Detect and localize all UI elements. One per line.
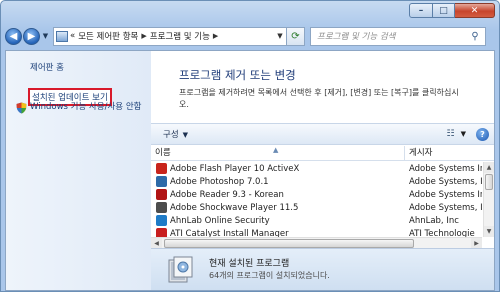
program-name-cell: ATI Catalyst Install Manager [151,228,405,237]
program-name: ATI Catalyst Install Manager [170,228,289,238]
programs-and-features-window: – □ ✕ ◀ ▶ ▼ « 모든 제어판 항목 ▶ 프로그램 및 기능 ▶ ▼ … [0,0,500,292]
scroll-up-icon[interactable]: ▲ [484,162,494,173]
photoshop-icon [156,176,167,187]
shield-icon [16,102,27,114]
view-options-icon[interactable]: ☷ [447,129,455,139]
program-publisher: ATI Technologie [409,228,475,238]
vertical-scroll-thumb[interactable] [485,174,493,190]
page-description: 프로그램을 제거하려면 목록에서 선택한 후 [제거], [변경] 또는 [복구… [179,88,459,109]
organize-button[interactable]: 구성 ▼ [163,128,188,140]
view-dropdown-icon[interactable]: ▼ [461,130,466,138]
address-bar[interactable]: « 모든 제어판 항목 ▶ 프로그램 및 기능 ▶ ▼ [53,26,287,46]
installed-programs-icon [168,256,193,283]
details-pane: 현재 설치된 프로그램 64개의 프로그램이 설치되었습니다. [151,248,494,290]
back-button[interactable]: ◀ [5,27,22,45]
scroll-left-icon[interactable]: ◀ [151,238,162,248]
content-area: 제어판 홈 설치된 업데이트 보기 Windows 기능 사용/사용 안함 프로… [5,50,495,291]
reader-icon [156,189,167,200]
program-name: Adobe Photoshop 7.0.1 [170,176,269,187]
command-bar: 구성 ▼ ☷ ▼ ? [151,123,494,145]
program-publisher: Adobe Systems, Ir [409,176,482,187]
organize-label: 구성 [163,130,179,140]
program-name: Adobe Flash Player 10 ActiveX [170,163,300,174]
chevron-down-icon: ▼ [182,131,189,139]
table-row[interactable]: Adobe Reader 9.3 - Korean Adobe Systems I… [151,188,482,201]
flash-icon [156,163,167,174]
program-name-cell: Adobe Photoshop 7.0.1 [151,176,405,187]
horizontal-scrollbar[interactable]: ◀ ▶ [151,237,482,248]
sort-ascending-icon: ▲ [273,146,279,154]
windows-features-label: Windows 기능 사용/사용 안함 [30,102,142,112]
task-sidebar: 제어판 홈 설치된 업데이트 보기 Windows 기능 사용/사용 안함 [6,51,151,290]
table-row[interactable]: AhnLab Online Security AhnLab, Inc [151,214,482,227]
main-pane: 프로그램 제거 또는 변경 프로그램을 제거하려면 목록에서 선택한 후 [제거… [151,51,494,290]
list-header: ▲ 이름 게시자 [151,146,494,161]
forward-button[interactable]: ▶ [23,27,40,45]
program-name: Adobe Shockwave Player 11.5 [170,202,299,213]
windows-features-link[interactable]: Windows 기능 사용/사용 안함 [16,102,146,114]
column-name-label: 이름 [155,148,171,158]
program-name: AhnLab Online Security [170,215,270,226]
program-count: 64개의 프로그램이 설치되었습니다. [209,271,330,280]
vertical-scrollbar[interactable]: ▲ ▼ [483,162,494,237]
program-publisher: AhnLab, Inc [409,215,459,226]
breadcrumb-all-control-panel-items[interactable]: 모든 제어판 항목 [78,30,138,42]
horizontal-scroll-thumb[interactable] [164,239,414,248]
minimize-button[interactable]: – [409,3,433,18]
page-title: 프로그램 제거 또는 변경 [179,68,296,82]
program-name-cell: Adobe Flash Player 10 ActiveX [151,163,405,174]
table-row[interactable]: Adobe Shockwave Player 11.5 Adobe Systems… [151,201,482,214]
program-list: Adobe Flash Player 10 ActiveX Adobe Syste… [151,162,482,237]
control-panel-home-link[interactable]: 제어판 홈 [30,61,64,73]
table-row[interactable]: Adobe Flash Player 10 ActiveX Adobe Syste… [151,162,482,175]
address-dropdown-icon[interactable]: ▼ [274,32,286,40]
table-row[interactable]: ATI Catalyst Install Manager ATI Technolo… [151,227,482,237]
breadcrumb-overflow[interactable]: « [70,31,75,41]
caption-buttons: – □ ✕ [409,3,495,18]
breadcrumb-separator-icon[interactable]: ▶ [213,32,218,40]
column-header-name[interactable]: ▲ 이름 [151,146,405,160]
program-publisher: Adobe Systems In [409,163,482,174]
breadcrumb-programs-and-features[interactable]: 프로그램 및 기능 [150,30,210,42]
program-name-cell: AhnLab Online Security [151,215,405,226]
address-row: ◀ ▶ ▼ « 모든 제어판 항목 ▶ 프로그램 및 기능 ▶ ▼ ⟳ 프로그램… [5,25,495,47]
search-icon[interactable]: ⚲ [465,31,485,42]
scroll-right-icon[interactable]: ▶ [471,238,482,248]
search-box[interactable]: 프로그램 및 기능 검색 ⚲ [310,26,486,46]
ati-icon [156,228,167,237]
refresh-button[interactable]: ⟳ [287,26,305,46]
details-title: 현재 설치된 프로그램 [209,259,290,269]
program-publisher: Adobe Systems, Ir [409,202,482,213]
program-publisher: Adobe Systems In [409,189,482,200]
scroll-down-icon[interactable]: ▼ [484,226,494,237]
program-name: Adobe Reader 9.3 - Korean [170,189,284,200]
program-name-cell: Adobe Shockwave Player 11.5 [151,202,405,213]
shockwave-icon [156,202,167,213]
breadcrumb-separator-icon[interactable]: ▶ [141,32,146,40]
maximize-button[interactable]: □ [433,3,455,18]
recent-pages-dropdown[interactable]: ▼ [41,32,50,40]
program-name-cell: Adobe Reader 9.3 - Korean [151,189,405,200]
close-button[interactable]: ✕ [455,3,495,18]
control-panel-icon [56,30,68,42]
ahnlab-icon [156,215,167,226]
column-header-publisher[interactable]: 게시자 [405,146,494,160]
search-placeholder[interactable]: 프로그램 및 기능 검색 [317,30,396,42]
table-row[interactable]: Adobe Photoshop 7.0.1 Adobe Systems, Ir [151,175,482,188]
help-icon[interactable]: ? [476,127,489,141]
